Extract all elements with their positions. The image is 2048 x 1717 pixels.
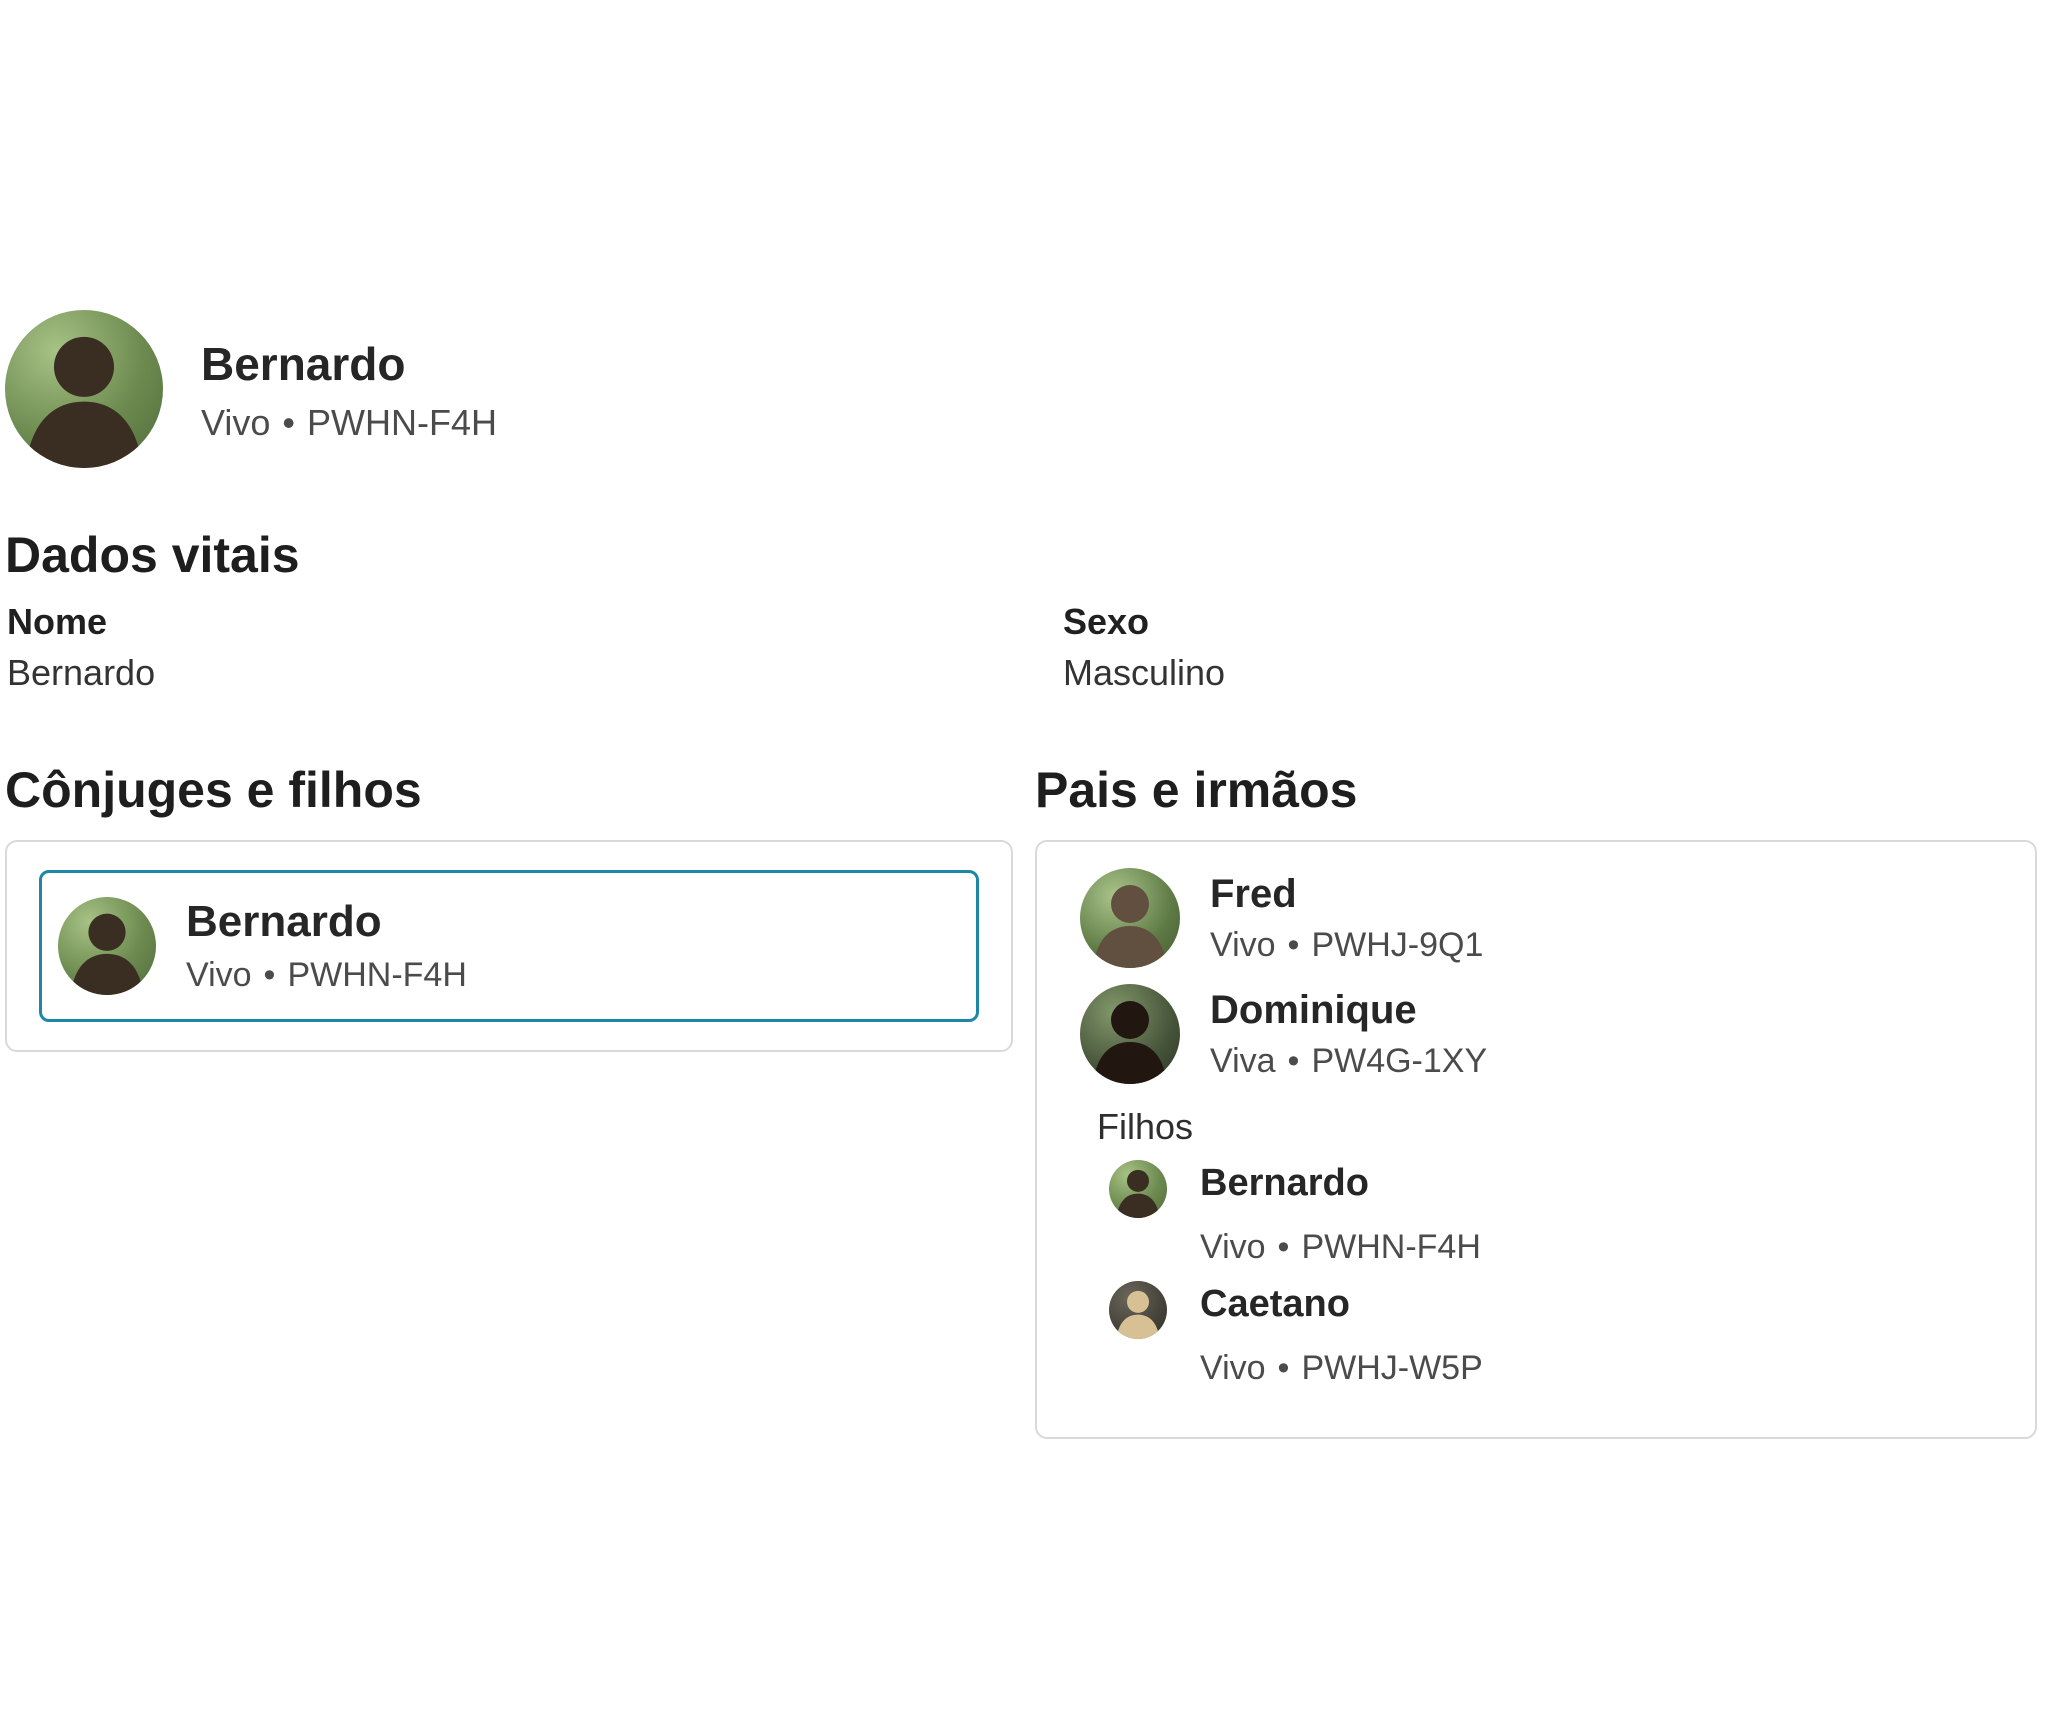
person-name: Dominique — [1210, 986, 1487, 1034]
life-status: Viva — [1210, 1042, 1276, 1080]
person-row[interactable]: Fred Vivo • PWHJ-9Q1 — [1080, 868, 1995, 968]
person-name: Bernardo — [186, 897, 467, 948]
field-value: Masculino — [1063, 650, 2037, 697]
person-row[interactable]: Caetano Vivo • PWHJ-W5P — [1109, 1281, 1995, 1390]
parents-section: Pais e irmãos Fred Vivo • PWHJ-9Q1 — [1035, 763, 2037, 1439]
person-id: PWHN-F4H — [287, 956, 466, 994]
children-label: Filhos — [1097, 1104, 1995, 1150]
field-label: Sexo — [1063, 599, 2037, 646]
parent-avatar — [1080, 868, 1180, 968]
bullet-separator: • — [1278, 1347, 1290, 1390]
person-id: PWHN-F4H — [307, 402, 497, 443]
spouse-card-avatar — [58, 897, 156, 995]
field-label: Nome — [7, 599, 1013, 646]
parent-avatar — [1080, 984, 1180, 1084]
page-title: Bernardo — [201, 338, 497, 391]
person-subtitle: Viva • PW4G-1XY — [1210, 1040, 1487, 1083]
life-status: Vivo — [1200, 1228, 1266, 1266]
vitals-heading: Dados vitais — [5, 528, 2037, 583]
selected-person-card[interactable]: Bernardo Vivo • PWHN-F4H — [39, 870, 979, 1022]
bullet-separator: • — [1278, 1226, 1290, 1269]
parents-heading: Pais e irmãos — [1035, 763, 2037, 818]
vitals-field-sexo: Sexo Masculino — [1035, 599, 2037, 697]
person-row[interactable]: Bernardo Vivo • PWHN-F4H — [1109, 1160, 1995, 1269]
person-id: PWHN-F4H — [1301, 1228, 1480, 1266]
bullet-separator: • — [1288, 1040, 1300, 1083]
bullet-separator: • — [1288, 924, 1300, 967]
person-name: Fred — [1210, 870, 1483, 918]
bullet-separator: • — [282, 401, 295, 444]
life-status: Vivo — [201, 402, 270, 443]
header-subtitle: Vivo • PWHN-F4H — [201, 401, 497, 444]
person-subtitle: Vivo • PWHJ-9Q1 — [1210, 924, 1483, 967]
person-name: Caetano — [1200, 1281, 1995, 1329]
person-subtitle: Vivo • PWHJ-W5P — [1200, 1347, 1995, 1390]
person-id: PW4G-1XY — [1311, 1042, 1487, 1080]
header-avatar — [5, 310, 163, 468]
parents-card: Fred Vivo • PWHJ-9Q1 Dominique Viva • PW4G-1… — [1035, 840, 2037, 1439]
field-value: Bernardo — [7, 650, 1013, 697]
person-id: PWHJ-9Q1 — [1311, 926, 1483, 964]
vitals-field-nome: Nome Bernardo — [5, 599, 1013, 697]
child-avatar — [1109, 1281, 1167, 1339]
person-subtitle: Vivo • PWHN-F4H — [1200, 1226, 1995, 1269]
person-id: PWHJ-W5P — [1301, 1349, 1482, 1387]
person-name: Bernardo — [1200, 1160, 1995, 1208]
person-row[interactable]: Dominique Viva • PW4G-1XY — [1080, 984, 1995, 1084]
spouses-card: Bernardo Vivo • PWHN-F4H — [5, 840, 1013, 1052]
vitals-section: Dados vitais Nome Bernardo Sexo Masculin… — [5, 528, 2037, 697]
spouses-heading: Cônjuges e filhos — [5, 763, 1013, 818]
life-status: Vivo — [1200, 1349, 1266, 1387]
child-avatar — [1109, 1160, 1167, 1218]
profile-header: Bernardo Vivo • PWHN-F4H — [5, 310, 497, 468]
bullet-separator: • — [264, 956, 276, 995]
life-status: Vivo — [1210, 926, 1276, 964]
spouses-section: Cônjuges e filhos Bernardo Vivo • PWHN-F4H — [5, 763, 1013, 1052]
person-subtitle: Vivo • PWHN-F4H — [186, 956, 467, 995]
life-status: Vivo — [186, 956, 252, 994]
